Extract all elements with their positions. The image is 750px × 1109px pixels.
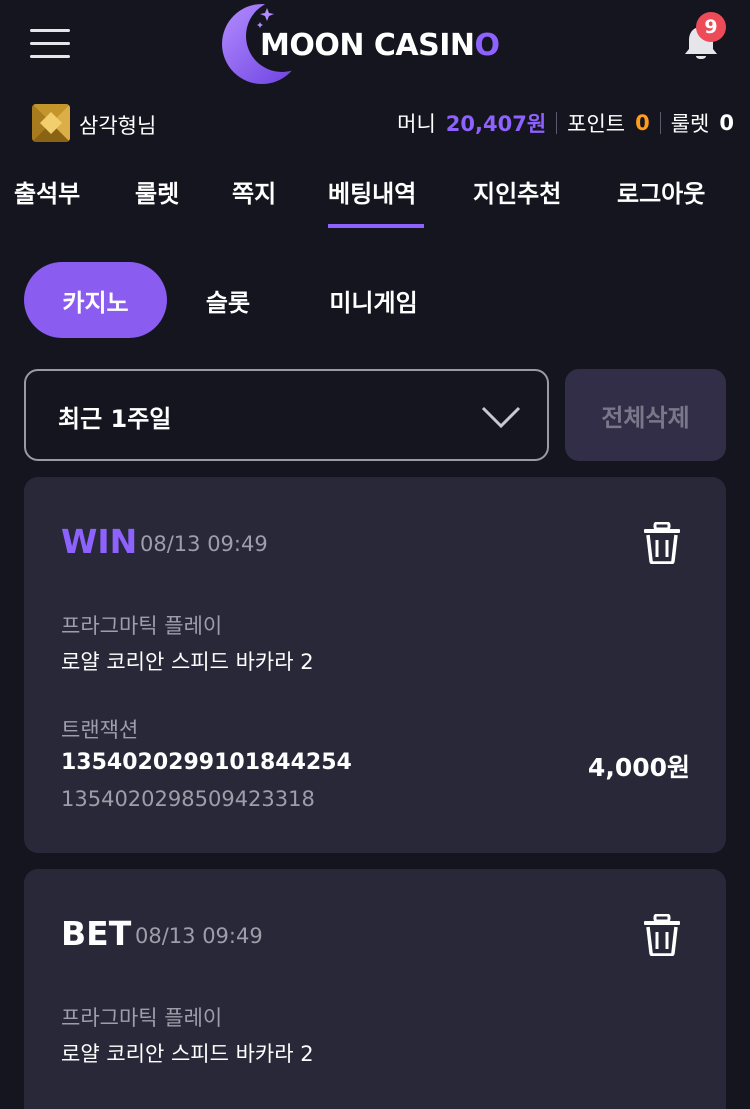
divider (659, 112, 661, 134)
nav-item-logout[interactable]: 로그아웃 (617, 174, 705, 209)
transaction-label: 트랜잭션 (61, 718, 139, 742)
trash-icon[interactable] (642, 521, 682, 565)
record-status: BET (61, 914, 132, 953)
money-value: 20,407원 (445, 112, 547, 136)
transaction-id: 1354020299101844254 (61, 750, 352, 775)
nav-item-messages[interactable]: 쪽지 (232, 174, 276, 209)
balance-summary: 머니 20,407원 포인트 0 룰렛 0 (397, 108, 734, 138)
record-amount: 4,000원 (587, 753, 690, 782)
record-time: 08/13 09:49 (140, 532, 268, 556)
record-status: WIN (61, 522, 138, 561)
nav-item-attendance[interactable]: 출석부 (14, 174, 80, 209)
avatar[interactable] (32, 104, 70, 142)
record-game: 로얄 코리안 스피드 바카라 2 (61, 650, 314, 674)
tab-casino[interactable]: 카지노 (24, 262, 167, 338)
nav-item-roulette[interactable]: 룰렛 (135, 174, 179, 209)
active-nav-indicator (328, 224, 424, 228)
point-label: 포인트 (567, 112, 626, 136)
moon-casino-logo[interactable]: MOON CASINO (222, 2, 532, 86)
trash-icon[interactable] (642, 913, 682, 957)
record-game: 로얄 코리안 스피드 바카라 2 (61, 1042, 314, 1066)
bet-record-card: BET 08/13 09:49 프라그마틱 플레이 로얄 코리안 스피드 바카라… (24, 869, 726, 1109)
money-label: 머니 (397, 112, 436, 136)
transaction-sub-id: 1354020298509423318 (61, 787, 315, 811)
main-nav: 출석부 룰렛 쪽지 베팅내역 지인추천 로그아웃 (0, 168, 750, 232)
menu-icon[interactable] (30, 27, 72, 61)
period-select[interactable]: 최근 1주일 (24, 369, 549, 461)
record-time: 08/13 09:49 (135, 924, 263, 948)
delete-all-button[interactable]: 전체삭제 (565, 369, 726, 461)
category-tabs: 카지노 슬롯 미니게임 (24, 262, 724, 338)
tab-minigame[interactable]: 미니게임 (306, 262, 441, 338)
nav-item-referral[interactable]: 지인추천 (473, 174, 561, 209)
logo-text: MOON CASINO (260, 28, 500, 63)
notification-badge: 9 (696, 12, 726, 42)
bet-record-card: WIN 08/13 09:49 프라그마틱 플레이 로얄 코리안 스피드 바카라… (24, 477, 726, 853)
header: MOON CASINO 9 (0, 0, 750, 95)
roulette-label: 룰렛 (670, 112, 710, 136)
username: 삼각형님 (79, 114, 157, 138)
roulette-value: 0 (719, 111, 734, 135)
chevron-down-icon (481, 406, 521, 429)
period-select-value: 최근 1주일 (58, 405, 172, 433)
divider (556, 112, 558, 134)
record-provider: 프라그마틱 플레이 (61, 614, 223, 638)
user-bar: 삼각형님 머니 20,407원 포인트 0 룰렛 0 (0, 100, 750, 146)
point-value: 0 (635, 111, 650, 135)
tab-slot[interactable]: 슬롯 (184, 262, 272, 338)
nav-item-betting-history[interactable]: 베팅내역 (328, 174, 416, 209)
record-provider: 프라그마틱 플레이 (61, 1006, 223, 1030)
